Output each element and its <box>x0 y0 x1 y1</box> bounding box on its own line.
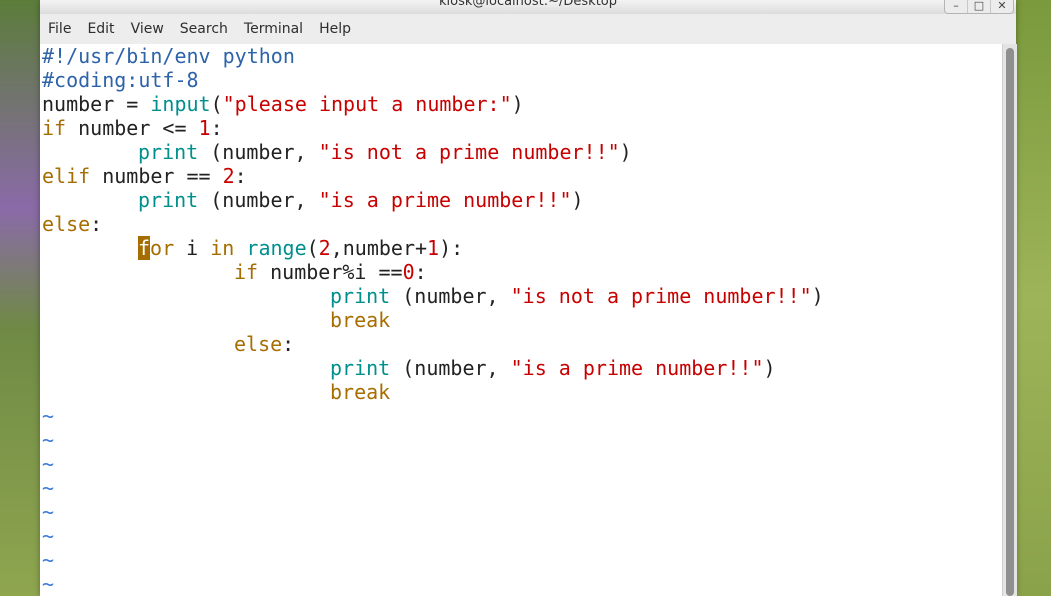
vim-editor-area[interactable]: #!/usr/bin/env python #coding:utf-8 numb… <box>40 44 1002 596</box>
desktop-wallpaper-right <box>1016 0 1051 596</box>
code-line-2: #coding:utf-8 <box>42 68 199 92</box>
empty-line-marker: ~ <box>42 404 55 428</box>
code-token-function: print <box>138 140 199 164</box>
code-token: ) <box>619 140 632 164</box>
empty-line-marker: ~ <box>42 500 55 524</box>
code-token-keyword: in <box>210 236 235 260</box>
code-line-5: print (number, "is not a prime number!!"… <box>42 140 632 164</box>
code-token-string: "is not a prime number!!" <box>510 284 812 308</box>
code-token-string: "is a prime number!!" <box>510 356 764 380</box>
code-token: : <box>210 116 223 140</box>
code-token: ( <box>306 236 319 260</box>
code-line-10: if number%i ==0: <box>42 260 427 284</box>
code-token-keyword: break <box>330 380 391 404</box>
code-token: : <box>90 212 103 236</box>
code-token-function: print <box>138 188 199 212</box>
code-token: number == <box>90 164 223 188</box>
code-token-string: "is a prime number!!" <box>318 188 572 212</box>
terminal-window[interactable]: kiosk@localhost:~/Desktop – □ ✕ File Edi… <box>40 0 1017 596</box>
code-token-keyword: if <box>42 116 67 140</box>
code-token: (number, <box>198 188 319 212</box>
desktop-wallpaper-left <box>0 0 40 596</box>
code-token-function: range <box>246 236 307 260</box>
code-token: ( <box>210 92 223 116</box>
text-cursor: f <box>138 236 151 260</box>
menu-edit[interactable]: Edit <box>79 14 122 44</box>
code-token: number%i == <box>258 260 403 284</box>
title-bar[interactable]: kiosk@localhost:~/Desktop – □ ✕ <box>40 0 1016 14</box>
window-controls: – □ ✕ <box>944 0 1014 14</box>
menu-help[interactable]: Help <box>311 14 359 44</box>
code-line-4: if number <= 1: <box>42 116 223 140</box>
code-token: ): <box>439 236 464 260</box>
code-token: i <box>174 236 211 260</box>
code-token: ) <box>811 284 824 308</box>
coding-comment: #coding:utf-8 <box>42 68 199 92</box>
empty-line-marker: ~ <box>42 428 55 452</box>
code-line-1: #!/usr/bin/env python <box>42 44 295 68</box>
menu-terminal[interactable]: Terminal <box>236 14 311 44</box>
code-line-9: for i in range(2,number+1): <box>42 236 463 260</box>
vertical-scrollbar[interactable] <box>1002 44 1017 596</box>
empty-line-marker: ~ <box>42 476 55 500</box>
empty-line-marker: ~ <box>42 548 55 572</box>
code-token-keyword: elif <box>42 164 91 188</box>
code-token-keyword: break <box>330 308 391 332</box>
code-token: ,number+ <box>330 236 428 260</box>
code-token: : <box>234 164 247 188</box>
code-line-14: print (number, "is a prime number!!") <box>42 356 776 380</box>
code-token: number = <box>42 92 151 116</box>
code-token-keyword: if <box>234 260 259 284</box>
scrollbar-thumb[interactable] <box>1006 48 1014 596</box>
code-line-3: number = input("please input a number:") <box>42 92 524 116</box>
minimize-icon[interactable]: – <box>945 0 967 13</box>
maximize-icon[interactable]: □ <box>967 0 990 13</box>
code-token-number: 2 <box>318 236 331 260</box>
window-title: kiosk@localhost:~/Desktop <box>438 0 617 9</box>
code-line-7: print (number, "is a prime number!!") <box>42 188 584 212</box>
code-token: ) <box>571 188 584 212</box>
empty-line-marker: ~ <box>42 452 55 476</box>
code-line-11: print (number, "is not a prime number!!"… <box>42 284 824 308</box>
code-token-number: 2 <box>222 164 235 188</box>
code-token-number: 1 <box>198 116 211 140</box>
code-token: (number, <box>198 140 319 164</box>
code-line-12: break <box>42 308 390 332</box>
code-token-number: 0 <box>402 260 415 284</box>
code-token: ) <box>511 92 524 116</box>
shebang-comment: #!/usr/bin/env python <box>42 44 295 68</box>
code-token: ) <box>763 356 776 380</box>
code-token: (number, <box>390 356 511 380</box>
code-token-function: input <box>150 92 211 116</box>
code-line-8: else: <box>42 212 102 236</box>
code-token-function: print <box>330 356 391 380</box>
code-token: number <= <box>66 116 199 140</box>
menu-file[interactable]: File <box>40 14 79 44</box>
code-token-keyword: or <box>150 236 175 260</box>
empty-line-marker: ~ <box>42 524 55 548</box>
code-token: (number, <box>390 284 511 308</box>
code-token: : <box>414 260 427 284</box>
empty-line-marker: ~ <box>42 572 55 596</box>
code-token-number: 1 <box>427 236 440 260</box>
close-icon[interactable]: ✕ <box>990 0 1013 13</box>
menu-search[interactable]: Search <box>172 14 236 44</box>
code-token-string: "please input a number:" <box>222 92 512 116</box>
menu-bar: File Edit View Search Terminal Help <box>40 14 1016 45</box>
code-line-13: else: <box>42 332 294 356</box>
code-token-string: "is not a prime number!!" <box>318 140 620 164</box>
menu-view[interactable]: View <box>123 14 172 44</box>
code-line-6: elif number == 2: <box>42 164 247 188</box>
code-token: : <box>282 332 295 356</box>
code-token-keyword: else <box>234 332 283 356</box>
code-line-15: break <box>42 380 390 404</box>
code-token-keyword: else <box>42 212 91 236</box>
code-token-function: print <box>330 284 391 308</box>
